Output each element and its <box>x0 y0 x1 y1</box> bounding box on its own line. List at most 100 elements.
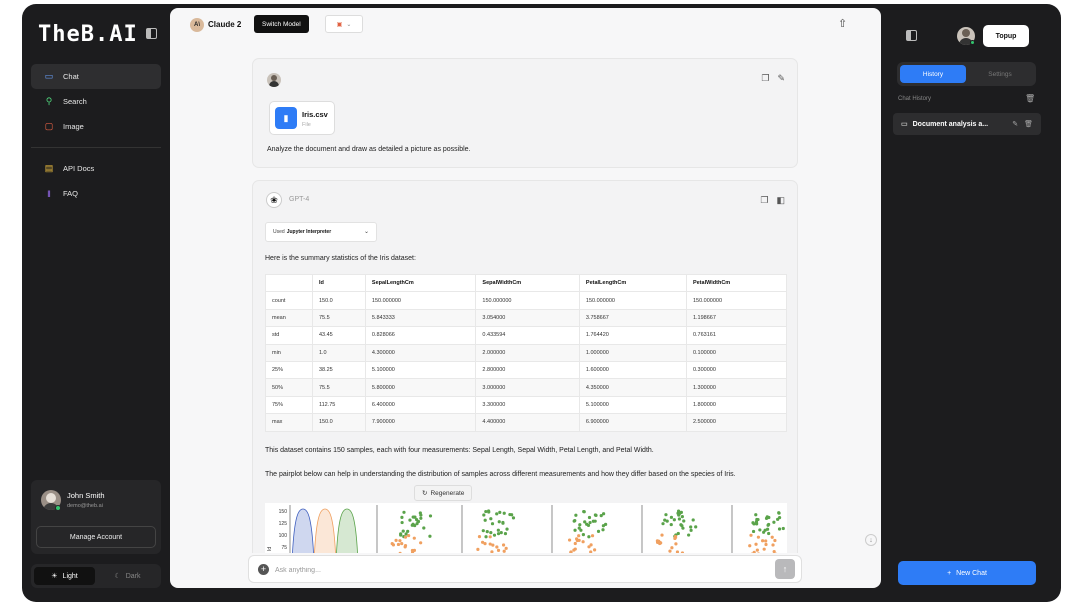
pairplot-point <box>777 511 781 515</box>
table-cell: 0.828066 <box>364 326 477 345</box>
sidebar-item-api-docs[interactable]: ▤ API Docs <box>31 156 161 181</box>
sidebar-item-image[interactable]: ▢ Image <box>31 114 161 139</box>
tab-settings[interactable]: Settings <box>967 65 1033 83</box>
table-cell: 75.5 <box>311 308 366 328</box>
pairplot-point <box>587 535 591 539</box>
app-logo: TheB.AI <box>38 22 138 47</box>
image-icon: ▢ <box>44 121 54 131</box>
pairplot-point <box>691 518 695 522</box>
sidebar-item-chat[interactable]: ▭ Chat <box>31 64 161 89</box>
message-tools: ❐ ◧ <box>760 195 785 206</box>
chat-input[interactable] <box>275 562 755 578</box>
copy-icon[interactable]: ❐ <box>760 195 768 206</box>
pairplot-point <box>582 510 586 514</box>
manage-account-button[interactable]: Manage Account <box>36 526 156 548</box>
pairplot-point <box>663 518 667 522</box>
pairplot-point <box>503 532 508 536</box>
pairplot-point <box>752 522 756 526</box>
table-row: max 150.0 7.900000 4.400000 6.900000 2.500000 <box>265 413 788 432</box>
table-cell: 3.758667 <box>578 308 687 328</box>
pairplot-point <box>482 513 486 517</box>
pairplot-point <box>488 535 492 539</box>
edit-icon[interactable]: ✎ <box>777 73 785 84</box>
pairplot-point <box>573 547 577 551</box>
pairplot-point <box>760 539 765 543</box>
share-icon[interactable]: ⇧ <box>838 17 847 30</box>
pairplot-point <box>499 530 503 535</box>
pairplot-point <box>676 509 681 513</box>
pairplot-point <box>680 515 684 519</box>
pairplot-point <box>480 540 485 544</box>
pairplot-point <box>770 535 774 539</box>
pairplot-density-curve <box>314 508 336 553</box>
switch-model-button[interactable]: Switch Model <box>254 15 309 33</box>
table-cell: 2.000000 <box>475 343 580 362</box>
table-header-cell: PetalWidthCm <box>685 273 788 293</box>
pairplot-point <box>669 515 674 519</box>
send-button[interactable]: ↑ <box>775 559 795 579</box>
tab-history[interactable]: History <box>900 65 966 83</box>
pairplot-point <box>767 531 771 536</box>
main-panel: A\ Claude 2 Switch Model ▣ ⌄ ⇧ ❐ ✎ ▮ Iri… <box>170 8 881 588</box>
terminal-icon[interactable]: ◧ <box>776 195 785 206</box>
pairplot-point <box>594 513 598 517</box>
regenerate-button[interactable]: ↻ Regenerate <box>414 485 473 501</box>
table-row: 50% 75.5 5.800000 3.000000 4.350000 1.300000 <box>265 378 788 397</box>
theme-dark-option[interactable]: ☾ Dark <box>97 567 158 585</box>
pairplot-point <box>399 533 403 537</box>
pairplot-point <box>407 533 411 538</box>
sidebar-item-faq[interactable]: ‖ FAQ <box>31 181 161 206</box>
trash-icon[interactable]: 🗑 <box>1025 94 1035 103</box>
pairplot-point <box>687 533 691 537</box>
pairplot-tick-label: 100 <box>279 533 288 539</box>
theme-light-option[interactable]: ☀ Light <box>34 567 95 585</box>
history-item[interactable]: ▭ Document analysis a... ✎ 🗑 <box>893 113 1041 135</box>
chat-icon: ▭ <box>44 71 54 81</box>
file-attachment[interactable]: ▮ Iris.csv File <box>269 101 335 135</box>
pairplot-point <box>489 517 493 521</box>
pairplot-point <box>477 535 482 539</box>
collapse-panel-icon[interactable] <box>906 30 917 41</box>
sidebar-item-search[interactable]: ⚲ Search <box>31 89 161 114</box>
mode-dropdown[interactable]: ▣ ⌄ <box>325 15 363 33</box>
table-cell: max <box>265 413 313 432</box>
pairplot-point <box>660 533 664 537</box>
new-chat-button[interactable]: + New Chat <box>898 561 1036 585</box>
pairplot-point <box>501 543 506 547</box>
pairplot-point <box>508 512 512 517</box>
plus-icon[interactable]: + <box>258 564 269 575</box>
table-cell: count <box>265 291 313 310</box>
edit-icon[interactable]: ✎ <box>1012 120 1018 128</box>
pairplot-point <box>758 528 762 532</box>
topup-button[interactable]: Topup <box>983 25 1029 47</box>
pairplot-point <box>400 515 404 519</box>
pairplot-point <box>762 547 766 551</box>
table-row: count 150.0 150.000000 150.000000 150.000000… <box>265 291 788 310</box>
collapse-sidebar-icon[interactable] <box>146 28 157 39</box>
table-cell: 112.75 <box>311 395 366 415</box>
table-cell: min <box>265 343 313 362</box>
pairplot-point <box>781 526 785 531</box>
pairplot-point <box>511 516 516 520</box>
pairplot-point <box>773 538 777 543</box>
copy-icon[interactable]: ❐ <box>761 73 769 84</box>
table-cell: 5.843333 <box>364 308 477 328</box>
pairplot-point <box>681 526 685 530</box>
scroll-down-icon[interactable]: ↓ <box>865 534 877 546</box>
plus-icon: + <box>947 569 952 577</box>
pairplot-point <box>505 527 509 531</box>
pairplot-point <box>486 509 491 513</box>
pairplot-point <box>422 526 426 530</box>
theme-toggle: ☀ Light ☾ Dark <box>31 564 161 588</box>
trash-icon[interactable]: 🗑 <box>1024 120 1033 128</box>
pairplot-point <box>428 514 433 518</box>
pairplot-tick-label: 150 <box>279 509 288 515</box>
new-chat-label: New Chat <box>956 569 987 577</box>
table-cell: std <box>265 326 313 345</box>
tool-used-dropdown[interactable]: Used Jupyter Interpreter ⌄ <box>265 222 377 242</box>
pairplot-point <box>694 525 698 529</box>
chat-input-bar: + ↑ <box>248 555 802 583</box>
table-cell: 3.300000 <box>475 395 580 415</box>
pairplot-point <box>590 534 595 538</box>
pairplot-point <box>569 550 573 553</box>
